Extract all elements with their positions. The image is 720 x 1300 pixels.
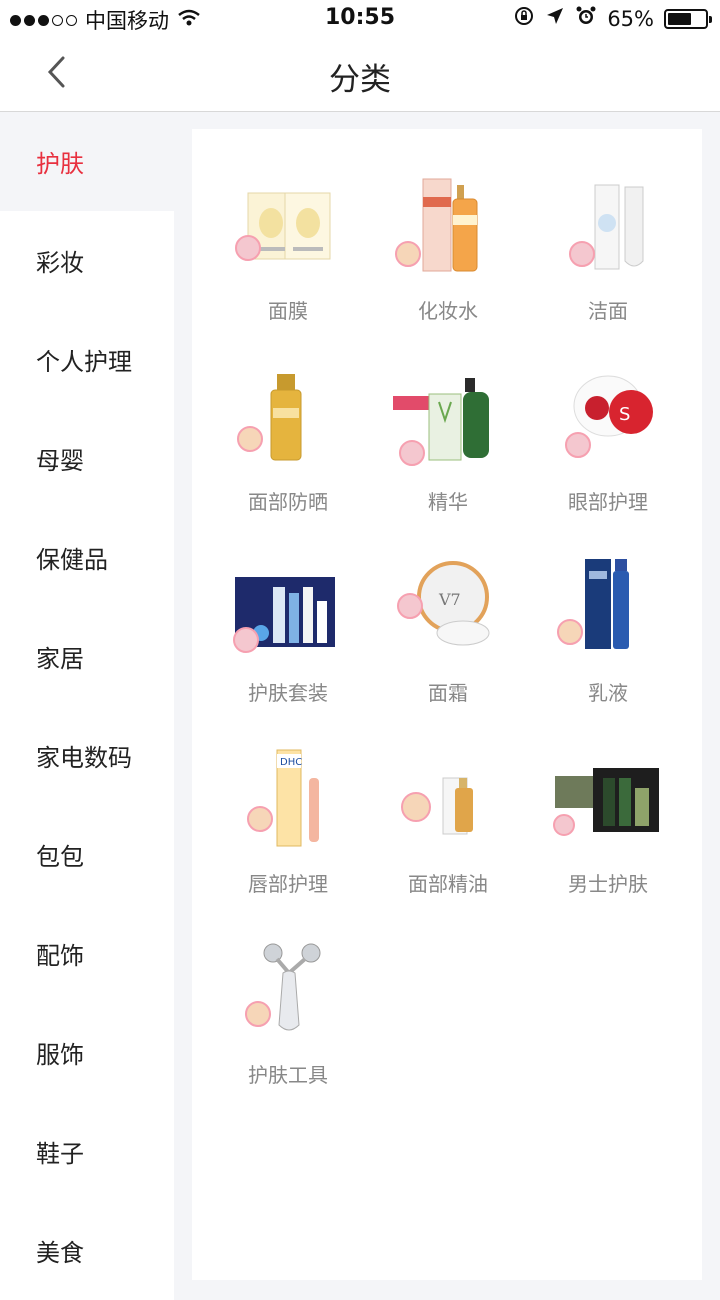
category-toner[interactable]: 化妆水 xyxy=(368,175,528,323)
category-label: 面部精油 xyxy=(408,872,488,896)
sunscreen-icon xyxy=(233,366,343,466)
sidebar-item-health[interactable]: 保健品 xyxy=(0,508,174,607)
location-icon xyxy=(545,6,565,31)
sidebar-item-skincare[interactable]: 护肤 xyxy=(0,112,174,211)
page-title: 分类 xyxy=(329,62,391,98)
sidebar-item-label: 护肤 xyxy=(36,150,84,178)
category-label: 面膜 xyxy=(268,299,308,323)
category-label: 面部防晒 xyxy=(248,490,328,514)
category-label: 面霜 xyxy=(428,681,468,705)
lotion-icon xyxy=(553,557,663,657)
sidebar-item-label: 个人护理 xyxy=(36,348,132,376)
rotation-lock-icon xyxy=(513,5,535,32)
subcategory-panel: 面膜 化妆水 洁面 面部防晒 精华 S 眼部护理 护肤套装 V7 面霜 乳液 D… xyxy=(192,129,702,1280)
battery-percent: 65% xyxy=(607,6,654,31)
face-cream-icon: V7 xyxy=(393,557,503,657)
sidebar-item-clothing[interactable]: 服饰 xyxy=(0,1003,174,1102)
sidebar-item-mother-baby[interactable]: 母婴 xyxy=(0,409,174,508)
svg-text:V7: V7 xyxy=(438,590,461,609)
category-face-oil[interactable]: 面部精油 xyxy=(368,748,528,896)
sidebar-item-label: 服饰 xyxy=(36,1041,84,1069)
face-oil-icon xyxy=(393,748,503,848)
category-label: 精华 xyxy=(428,490,468,514)
eye-care-icon: S xyxy=(553,366,663,466)
sidebar-item-label: 包包 xyxy=(36,843,84,871)
category-label: 唇部护理 xyxy=(248,872,328,896)
category-men-skincare[interactable]: 男士护肤 xyxy=(528,748,688,896)
category-essence[interactable]: 精华 xyxy=(368,366,528,514)
category-label: 化妆水 xyxy=(418,299,478,323)
category-sidebar: 护肤 彩妆 个人护理 母婴 保健品 家居 家电数码 包包 配饰 服饰 鞋子 美食 xyxy=(0,112,174,1300)
sidebar-item-label: 母婴 xyxy=(36,447,84,475)
category-label: 护肤工具 xyxy=(248,1063,328,1087)
toner-icon xyxy=(393,175,503,275)
category-label: 男士护肤 xyxy=(568,872,648,896)
cleanser-icon xyxy=(553,175,663,275)
sidebar-item-food[interactable]: 美食 xyxy=(0,1201,174,1300)
sidebar-item-label: 鞋子 xyxy=(36,1140,84,1168)
subcategory-grid: 面膜 化妆水 洁面 面部防晒 精华 S 眼部护理 护肤套装 V7 面霜 乳液 D… xyxy=(208,175,688,1087)
men-skincare-icon xyxy=(553,748,663,848)
sidebar-item-home[interactable]: 家居 xyxy=(0,607,174,706)
category-face-cream[interactable]: V7 面霜 xyxy=(368,557,528,705)
battery-icon xyxy=(664,8,712,29)
skincare-tool-icon xyxy=(233,939,343,1039)
navigation-bar: 分类 xyxy=(0,36,720,112)
sidebar-item-label: 配饰 xyxy=(36,942,84,970)
category-lotion[interactable]: 乳液 xyxy=(528,557,688,705)
category-sunscreen[interactable]: 面部防晒 xyxy=(208,366,368,514)
category-cleanser[interactable]: 洁面 xyxy=(528,175,688,323)
category-lip-care[interactable]: DHC 唇部护理 xyxy=(208,748,368,896)
sidebar-item-makeup[interactable]: 彩妆 xyxy=(0,211,174,310)
sidebar-item-accessories[interactable]: 配饰 xyxy=(0,904,174,1003)
category-label: 乳液 xyxy=(588,681,628,705)
sidebar-item-label: 家电数码 xyxy=(36,744,132,772)
category-label: 护肤套装 xyxy=(248,681,328,705)
svg-text:DHC: DHC xyxy=(280,757,302,768)
status-bar: 中国移动 10:55 65% xyxy=(0,0,720,36)
sidebar-item-shoes[interactable]: 鞋子 xyxy=(0,1102,174,1201)
svg-text:S: S xyxy=(619,404,630,425)
sidebar-item-personal-care[interactable]: 个人护理 xyxy=(0,310,174,409)
lip-care-icon: DHC xyxy=(233,748,343,848)
sidebar-item-label: 家居 xyxy=(36,645,84,673)
essence-icon xyxy=(393,366,503,466)
category-label: 洁面 xyxy=(588,299,628,323)
category-skincare-set[interactable]: 护肤套装 xyxy=(208,557,368,705)
category-skincare-tool[interactable]: 护肤工具 xyxy=(208,939,368,1087)
sidebar-item-label: 彩妆 xyxy=(36,249,84,277)
category-label: 眼部护理 xyxy=(568,490,648,514)
sidebar-item-electronics[interactable]: 家电数码 xyxy=(0,706,174,805)
sidebar-item-label: 保健品 xyxy=(36,546,108,574)
sidebar-item-label: 美食 xyxy=(36,1239,84,1267)
alarm-icon xyxy=(575,5,597,32)
skincare-set-icon xyxy=(233,557,343,657)
face-mask-icon xyxy=(233,175,343,275)
sidebar-item-bags[interactable]: 包包 xyxy=(0,805,174,904)
category-eye-care[interactable]: S 眼部护理 xyxy=(528,366,688,514)
category-face-mask[interactable]: 面膜 xyxy=(208,175,368,323)
